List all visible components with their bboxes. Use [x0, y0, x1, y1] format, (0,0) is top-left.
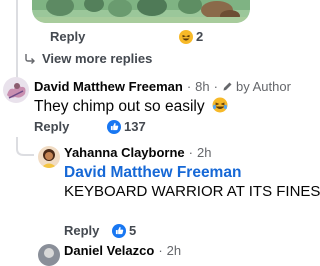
reaction-count: 2	[196, 29, 204, 44]
comment-text: They chimp out so easily	[34, 98, 205, 115]
author-name[interactable]: Daniel Velazco	[64, 243, 154, 258]
comment-header-next: Daniel Velazco · 2h	[64, 243, 181, 258]
separator-dot: ·	[186, 79, 192, 94]
timestamp[interactable]: 2h	[167, 243, 181, 258]
thread-line	[16, 0, 18, 82]
top-comment-reactions[interactable]: 2	[179, 29, 203, 44]
comment-header-yahanna: Yahanna Clayborne · 2h	[64, 145, 211, 160]
like-count: 5	[129, 223, 137, 238]
avatar-next[interactable]	[38, 244, 60, 266]
timestamp[interactable]: 2h	[197, 145, 211, 160]
like-count: 137	[124, 119, 146, 134]
like-reactions-yahanna[interactable]: 5	[112, 223, 136, 238]
avatar-yahanna[interactable]	[38, 146, 60, 168]
mention-link[interactable]: David Matthew Freeman	[64, 163, 250, 182]
laughing-emoji-icon	[212, 97, 228, 118]
reply-button[interactable]: Reply	[50, 29, 85, 44]
like-reaction-icon	[112, 223, 126, 238]
top-comment-actions: Reply	[50, 29, 85, 44]
avatar-david[interactable]	[3, 77, 29, 103]
reply-arrow-icon	[25, 53, 35, 64]
author-name[interactable]: David Matthew Freeman	[34, 79, 183, 94]
comment-body: David Matthew Freeman KEYBOARD WARRIOR A…	[64, 163, 320, 201]
separator-dot: ·	[213, 79, 218, 94]
like-reaction-icon	[107, 119, 121, 134]
author-name[interactable]: Yahanna Clayborne	[64, 145, 185, 160]
author-badge: by Author	[235, 79, 291, 94]
comment-actions-yahanna: Reply	[64, 223, 99, 238]
comment-image[interactable]	[32, 0, 250, 23]
comment-text: KEYBOARD WARRIOR AT ITS FINEST.	[64, 183, 320, 200]
separator-dot: ·	[158, 243, 163, 258]
separator-dot: ·	[188, 145, 193, 160]
timestamp[interactable]: 8h	[195, 79, 209, 94]
comment-actions-david: Reply	[34, 119, 69, 134]
reply-button[interactable]: Reply	[34, 119, 69, 134]
view-more-replies[interactable]: View more replies	[24, 51, 152, 66]
comment-header-david: David Matthew Freeman · 8h · by Author	[34, 79, 291, 94]
like-reactions-david[interactable]: 137	[107, 119, 146, 134]
comment-body: They chimp out so easily	[34, 97, 228, 118]
view-more-replies-label: View more replies	[42, 51, 153, 66]
thread-connector	[16, 137, 34, 156]
pencil-icon	[222, 81, 233, 92]
reply-button[interactable]: Reply	[64, 223, 99, 238]
haha-reaction-icon	[179, 29, 193, 44]
